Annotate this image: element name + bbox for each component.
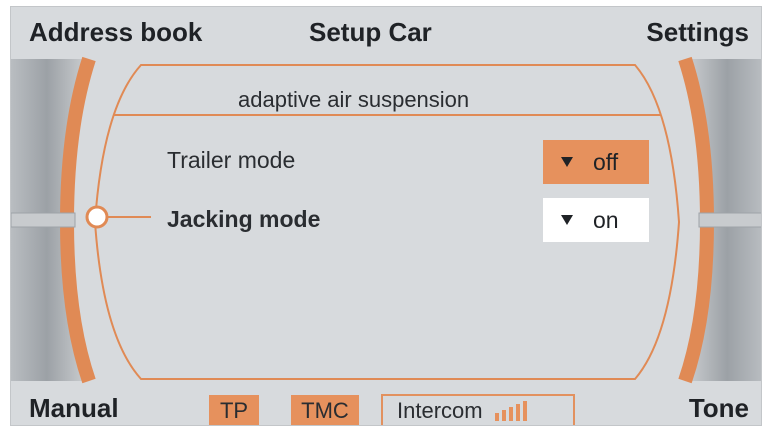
display-screen: Address book Setup Car Settings adaptive… (10, 6, 762, 426)
jacking-mode-dropdown[interactable]: on (543, 198, 649, 242)
triangle-down-icon (561, 215, 573, 225)
jacking-mode-label[interactable]: Jacking mode (167, 205, 320, 233)
right-connector (698, 212, 761, 228)
address-book-button[interactable]: Address book (29, 17, 202, 47)
manual-button[interactable]: Manual (29, 393, 119, 423)
intercom-indicator[interactable]: Intercom (381, 394, 575, 425)
panel-frame (11, 56, 761, 384)
triangle-down-icon (561, 157, 573, 167)
tmc-indicator[interactable]: TMC (291, 395, 359, 425)
circle-selector-icon (85, 205, 109, 229)
tp-indicator[interactable]: TP (209, 395, 259, 425)
left-connector (11, 212, 76, 228)
trailer-mode-dropdown[interactable]: off (543, 140, 649, 184)
intercom-label: Intercom (397, 398, 483, 423)
panel-title: adaptive air suspension (238, 87, 470, 112)
signal-bars-icon (494, 401, 530, 421)
settings-button[interactable]: Settings (646, 17, 749, 47)
trailer-mode-value: off (593, 148, 619, 175)
trailer-mode-label[interactable]: Trailer mode (167, 146, 295, 174)
tone-button[interactable]: Tone (689, 393, 749, 423)
setup-car-label[interactable]: Setup Car (309, 17, 432, 47)
jacking-mode-value: on (593, 206, 619, 233)
